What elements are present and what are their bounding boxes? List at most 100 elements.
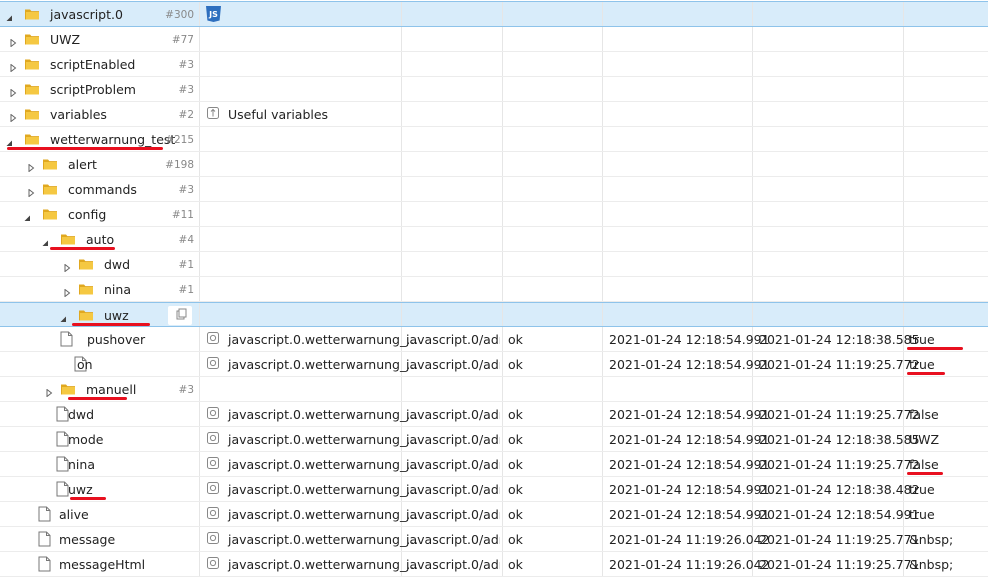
chevron-right-icon[interactable]: [27, 185, 35, 198]
child-count: #1: [178, 284, 194, 296]
state-timestamp: 2021-01-24 12:18:54.991: [609, 482, 770, 497]
tree-row-state[interactable]: uwz javascript.0.wetterwarnung_... javascr…: [0, 477, 988, 502]
file-icon: [38, 556, 51, 575]
annotation-underline: [68, 397, 127, 400]
folder-icon: [42, 206, 58, 225]
tree-row-folder[interactable]: config #11: [0, 202, 988, 227]
chevron-down-icon[interactable]: [59, 311, 67, 322]
state-value[interactable]: false: [909, 407, 939, 422]
folder-icon: [78, 256, 94, 275]
tree-row-state[interactable]: on javascript.0.wetterwarnung_... javascri…: [0, 352, 988, 377]
tree-row-folder[interactable]: nina #1: [0, 277, 988, 302]
state-status: ok: [508, 532, 523, 547]
child-count: #300: [165, 9, 194, 21]
tree-row-state[interactable]: pushover javascript.0.wetterwarnung_... ja…: [0, 327, 988, 352]
chevron-down-icon[interactable]: [5, 10, 13, 21]
state-last-change: 2021-01-24 12:18:38.482: [759, 482, 920, 497]
state-id-icon: [207, 332, 219, 344]
state-id-icon: [207, 357, 219, 369]
tree-row-name: commands: [68, 182, 137, 197]
state-timestamp: 2021-01-24 11:19:26.042: [609, 557, 770, 572]
annotation-underline: [907, 372, 945, 375]
tree-row-folder[interactable]: wetterwarnung_test #215: [0, 127, 988, 152]
chevron-right-icon[interactable]: [9, 110, 17, 123]
state-last-change: 2021-01-24 11:19:25.772: [759, 457, 920, 472]
state-value[interactable]: true: [909, 332, 935, 347]
tree-row-name: alive: [59, 507, 89, 522]
tree-row-name: mode: [68, 432, 104, 447]
javascript-adapter-icon: JS: [205, 5, 222, 23]
chevron-down-icon[interactable]: [41, 235, 49, 246]
state-id-icon: [207, 407, 219, 419]
state-value[interactable]: true: [909, 507, 935, 522]
chevron-right-icon[interactable]: [9, 35, 17, 48]
state-value[interactable]: false: [909, 457, 939, 472]
state-last-change: 2021-01-24 11:19:25.772: [759, 357, 920, 372]
tree-row-folder[interactable]: UWZ #77: [0, 27, 988, 52]
info-icon: [207, 107, 219, 119]
state-id: javascript.0.wetterwarnung_...: [228, 432, 419, 447]
chevron-right-icon[interactable]: [9, 85, 17, 98]
state-timestamp: 2021-01-24 12:18:54.991: [609, 457, 770, 472]
tree-row-folder[interactable]: uwz: [0, 302, 988, 327]
folder-icon: [24, 31, 40, 50]
state-status: ok: [508, 432, 523, 447]
tree-row-state[interactable]: nina javascript.0.wetterwarnung_... javasc…: [0, 452, 988, 477]
copy-icon[interactable]: [168, 306, 192, 325]
state-role: javascript.0/adm: [406, 432, 500, 447]
tree-row-name: message: [59, 532, 116, 547]
state-role: javascript.0/adm: [406, 557, 500, 572]
tree-row-name: on: [77, 357, 93, 372]
tree-row-folder[interactable]: auto #4: [0, 227, 988, 252]
state-id: javascript.0.wetterwarnung_...: [228, 557, 419, 572]
state-value[interactable]: true: [909, 357, 935, 372]
tree-row-state[interactable]: alive javascript.0.wetterwarnung_... javas…: [0, 502, 988, 527]
tree-row-name: alert: [68, 157, 97, 172]
chevron-down-icon[interactable]: [23, 210, 31, 221]
folder-icon: [24, 81, 40, 100]
state-role: javascript.0/adm: [406, 357, 500, 372]
chevron-right-icon[interactable]: [63, 260, 71, 273]
state-value[interactable]: &nbsp;: [909, 532, 953, 547]
tree-row-folder[interactable]: javascript.0 #300 JS: [0, 1, 988, 27]
tree-row-folder[interactable]: variables #2 Useful variables: [0, 102, 988, 127]
state-timestamp: 2021-01-24 12:18:54.991: [609, 357, 770, 372]
tree-row-state[interactable]: message javascript.0.wetterwarnung_... jav…: [0, 527, 988, 552]
file-icon: [60, 331, 73, 350]
state-value[interactable]: true: [909, 482, 935, 497]
state-role: javascript.0/adm: [406, 532, 500, 547]
object-tree: javascript.0 #300 JS UWZ #77 scriptEnabled #3 s…: [0, 0, 988, 579]
state-last-change: 2021-01-24 12:18:54.991: [759, 507, 920, 522]
folder-icon: [78, 281, 94, 300]
state-id: javascript.0.wetterwarnung_...: [228, 457, 419, 472]
chevron-down-icon[interactable]: [5, 135, 13, 146]
tree-row-state[interactable]: mode javascript.0.wetterwarnung_... javasc…: [0, 427, 988, 452]
tree-row-state[interactable]: messageHtml javascript.0.wetterwarnung_..…: [0, 552, 988, 577]
tree-row-name: scriptEnabled: [50, 57, 136, 72]
state-value[interactable]: &nbsp;: [909, 557, 953, 572]
tree-row-folder[interactable]: scriptProblem #3: [0, 77, 988, 102]
state-id: javascript.0.wetterwarnung_...: [228, 357, 419, 372]
tree-row-folder[interactable]: alert #198: [0, 152, 988, 177]
state-value[interactable]: UWZ: [909, 432, 939, 447]
tree-row-folder[interactable]: dwd #1: [0, 252, 988, 277]
tree-row-folder[interactable]: commands #3: [0, 177, 988, 202]
state-status: ok: [508, 407, 523, 422]
state-id: javascript.0.wetterwarnung_...: [228, 332, 419, 347]
tree-row-folder[interactable]: manuell #3: [0, 377, 988, 402]
chevron-right-icon[interactable]: [9, 60, 17, 73]
child-count: #215: [165, 134, 194, 146]
chevron-right-icon[interactable]: [63, 285, 71, 298]
state-timestamp: 2021-01-24 12:18:54.991: [609, 507, 770, 522]
child-count: #3: [178, 184, 194, 196]
tree-row-state[interactable]: dwd javascript.0.wetterwarnung_... javascr…: [0, 402, 988, 427]
tree-row-name: nina: [104, 282, 131, 297]
state-id: javascript.0.wetterwarnung_...: [228, 407, 419, 422]
chevron-right-icon[interactable]: [45, 385, 53, 398]
state-id-icon: [207, 432, 219, 444]
chevron-right-icon[interactable]: [27, 160, 35, 173]
folder-icon: [42, 156, 58, 175]
tree-row-folder[interactable]: scriptEnabled #3: [0, 52, 988, 77]
tree-row-name: config: [68, 207, 107, 222]
tree-row-name: nina: [68, 457, 95, 472]
